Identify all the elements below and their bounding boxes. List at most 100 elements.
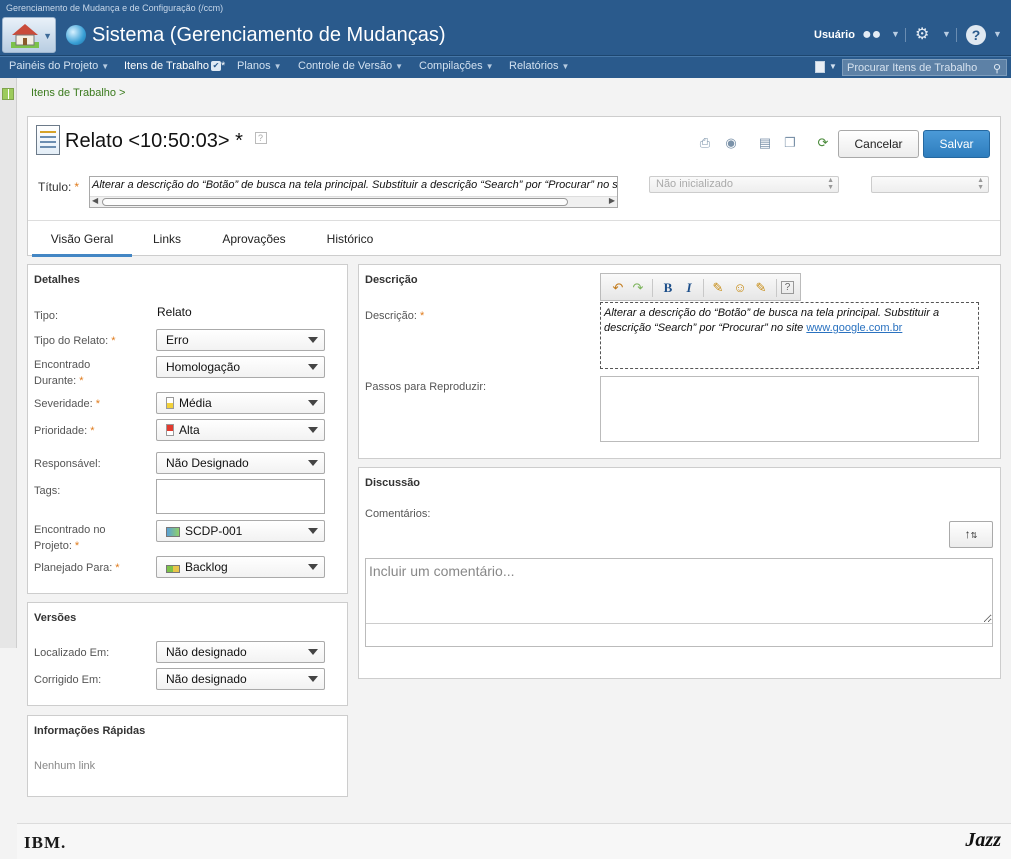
relato-type-select[interactable]: Erro	[156, 329, 325, 351]
home-button[interactable]: ▼	[2, 17, 56, 53]
nav-project-dashboards[interactable]: Painéis do Projeto ▼	[9, 60, 109, 72]
work-item-type-icon	[36, 125, 60, 155]
description-panel: Descrição ↶ ↷ B I ✎ ☺ ✎ ? Descrição: * Al…	[358, 264, 1001, 459]
tags-input[interactable]	[156, 479, 325, 514]
nav-work-items[interactable]: Itens de Trabalho ✔ *	[124, 60, 225, 72]
work-item-header: Relato <10:50:03> * ? ⎙ ◉ ▤ ❐ ⟳ Cancelar…	[27, 116, 1001, 257]
resolution-select[interactable]: ▲ ▼	[871, 176, 989, 193]
chevron-down-icon	[308, 337, 318, 343]
sort-comments-button[interactable]: ↑⇅	[949, 521, 993, 548]
planned-for-label: Planejado Para: *	[34, 562, 120, 574]
nav-reports[interactable]: Relatórios ▼	[509, 60, 569, 72]
found-during-select[interactable]: Homologação	[156, 356, 325, 378]
chevron-down-icon	[308, 460, 318, 466]
scroll-left-icon[interactable]: ◀	[92, 196, 98, 205]
home-caret-icon: ▼	[43, 31, 52, 41]
duplicate-icon[interactable]: ❐	[782, 135, 798, 151]
owner-select[interactable]: Não Designado	[156, 452, 325, 474]
found-in-project-select[interactable]: SCDP-001	[156, 520, 325, 542]
type-label: Tipo:	[34, 310, 59, 322]
tab-overview[interactable]: Visão Geral	[32, 221, 132, 257]
steps-to-reproduce-editor[interactable]	[600, 376, 979, 442]
quick-info-panel: Informações Rápidas Nenhum link	[27, 715, 348, 797]
gear-caret-icon[interactable]: ▼	[942, 29, 951, 39]
title-field[interactable]: Alterar a descrição do “Botão” de busca …	[89, 176, 618, 208]
found-in-select[interactable]: Não designado	[156, 641, 325, 663]
spinner-icon: ▲ ▼	[977, 177, 984, 191]
italic-button[interactable]: I	[680, 279, 698, 297]
save-button[interactable]: Salvar	[923, 130, 990, 158]
help-icon[interactable]: ?	[966, 25, 986, 45]
title-value[interactable]: Alterar a descrição do “Botão” de busca …	[92, 179, 617, 191]
undo-icon[interactable]: ↶	[609, 279, 627, 297]
planned-for-select[interactable]: Backlog	[156, 556, 325, 578]
gear-icon[interactable]: ⚙	[915, 25, 929, 45]
users-caret-icon[interactable]: ▼	[891, 29, 900, 39]
redo-icon[interactable]: ↷	[629, 279, 647, 297]
details-panel: Detalhes Tipo: Relato Tipo do Relato: * E…	[27, 264, 348, 594]
users-icon[interactable]: ●●	[862, 25, 881, 45]
details-title: Detalhes	[34, 274, 80, 286]
user-menu-label[interactable]: Usuário	[814, 29, 855, 41]
jazz-logo: Jazz	[965, 829, 1001, 851]
work-item-link-icon[interactable]: ✎	[752, 279, 770, 297]
help-caret-icon[interactable]: ▼	[993, 29, 1002, 39]
bold-button[interactable]: B	[659, 279, 677, 297]
owner-label: Responsável:	[34, 458, 101, 470]
description-link[interactable]: www.google.com.br	[806, 322, 902, 334]
user-link-icon[interactable]: ☺	[731, 279, 749, 297]
cancel-button[interactable]: Cancelar	[838, 130, 919, 158]
camera-icon[interactable]: ◉	[723, 135, 739, 151]
state-value: Não inicializado	[656, 178, 734, 190]
tab-history[interactable]: Histórico	[312, 221, 388, 257]
scroll-right-icon[interactable]: ▶	[609, 196, 615, 205]
no-links-text: Nenhum link	[34, 760, 96, 772]
tab-links[interactable]: Links	[138, 221, 196, 257]
work-item-list-icon[interactable]	[815, 61, 825, 73]
description-editor[interactable]: Alterar a descrição do “Botão” de busca …	[600, 302, 979, 369]
search-icon[interactable]: ⚲	[993, 62, 1001, 75]
link-icon[interactable]: ✎	[709, 279, 727, 297]
nav-plans[interactable]: Planos ▼	[237, 60, 282, 72]
help-icon[interactable]: ?	[254, 132, 267, 144]
priority-select[interactable]: Alta	[156, 419, 325, 441]
help-icon[interactable]: ?	[781, 281, 794, 294]
nav-source-control[interactable]: Controle de Versão ▼	[298, 60, 403, 72]
description-title: Descrição	[365, 274, 418, 286]
chevron-down-icon[interactable]: ▼	[829, 62, 837, 71]
scrollbar-thumb[interactable]	[102, 198, 568, 206]
print-icon[interactable]: ⎙	[697, 135, 713, 151]
search-work-items-input[interactable]	[842, 59, 1007, 76]
divider	[776, 279, 777, 297]
fixed-in-select[interactable]: Não designado	[156, 668, 325, 690]
app-caption: Gerenciamento de Mudança e de Configuraç…	[6, 3, 224, 13]
refresh-settings-icon[interactable]: ⟳	[815, 135, 831, 151]
required-marker: *	[419, 310, 425, 322]
tab-approvals[interactable]: Aprovações	[208, 221, 300, 257]
find-related-icon[interactable]: ▤	[757, 135, 773, 151]
chevron-down-icon: ▼	[561, 62, 570, 71]
discussion-panel: Discussão Comentários: ↑⇅	[358, 467, 1001, 679]
versions-title: Versões	[34, 612, 77, 624]
chevron-down-icon	[308, 528, 318, 534]
required-marker: *	[111, 335, 116, 347]
comment-input[interactable]	[366, 559, 992, 624]
horizontal-scrollbar[interactable]: ◀ ▶	[90, 196, 617, 207]
rich-text-toolbar: ↶ ↷ B I ✎ ☺ ✎ ?	[600, 273, 801, 301]
iteration-icon	[166, 565, 180, 573]
ibm-logo: IBM.	[24, 833, 67, 853]
state-select[interactable]: Não inicializado ▲ ▼	[649, 176, 839, 193]
breadcrumb[interactable]: Itens de Trabalho >	[31, 87, 125, 99]
severity-select[interactable]: Média	[156, 392, 325, 414]
chevron-down-icon: ▼	[273, 62, 282, 71]
grid-icon[interactable]	[2, 88, 14, 100]
work-item-title: Relato <10:50:03>	[65, 130, 230, 152]
versions-panel: Versões Localizado Em: Não designado Cor…	[27, 602, 348, 706]
nav-builds[interactable]: Compilações ▼	[419, 60, 494, 72]
project-area-icon	[166, 527, 180, 537]
quick-info-title: Informações Rápidas	[34, 725, 146, 737]
title-label: Título: *	[38, 180, 80, 194]
priority-label: Prioridade: *	[34, 425, 95, 437]
found-during-label: Encontrado Durante: *	[34, 359, 91, 387]
dropdown-check-icon[interactable]: ✔	[211, 61, 222, 72]
